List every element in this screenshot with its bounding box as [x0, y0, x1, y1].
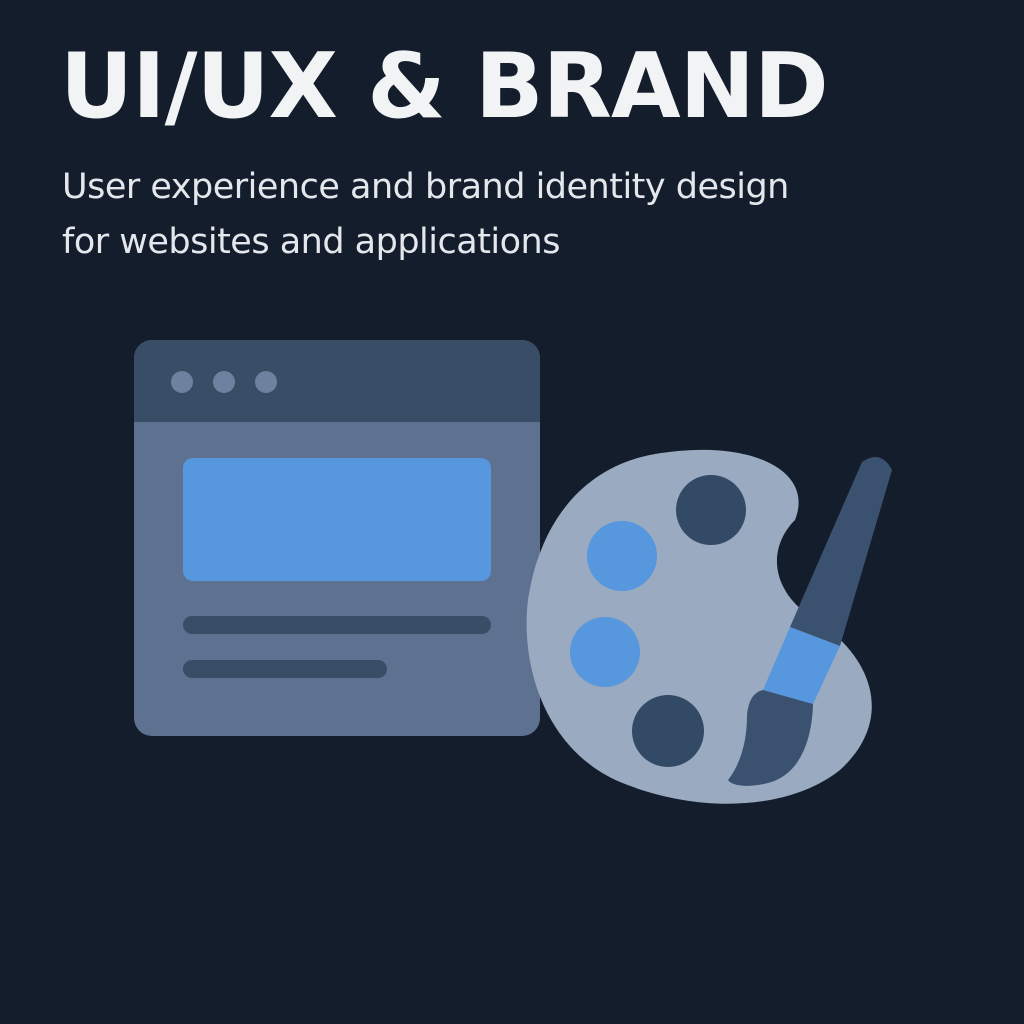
page: UI/UX & BRAND User experience and brand … — [0, 0, 1024, 1024]
brush-handle — [790, 457, 892, 646]
paint-blob-blue-1 — [587, 521, 657, 591]
window-dot-2 — [213, 371, 235, 393]
window-titlebar — [134, 340, 540, 422]
browser-window-icon — [134, 340, 540, 736]
window-text-line-1 — [183, 616, 491, 634]
window-hero-block — [183, 458, 491, 581]
paint-blob-dark-bottom — [632, 695, 704, 767]
paint-blob-blue-2 — [570, 617, 640, 687]
window-text-line-2 — [183, 660, 387, 678]
design-illustration — [134, 340, 892, 804]
paint-blob-dark-top — [676, 475, 746, 545]
window-dot-1 — [171, 371, 193, 393]
window-dot-3 — [255, 371, 277, 393]
